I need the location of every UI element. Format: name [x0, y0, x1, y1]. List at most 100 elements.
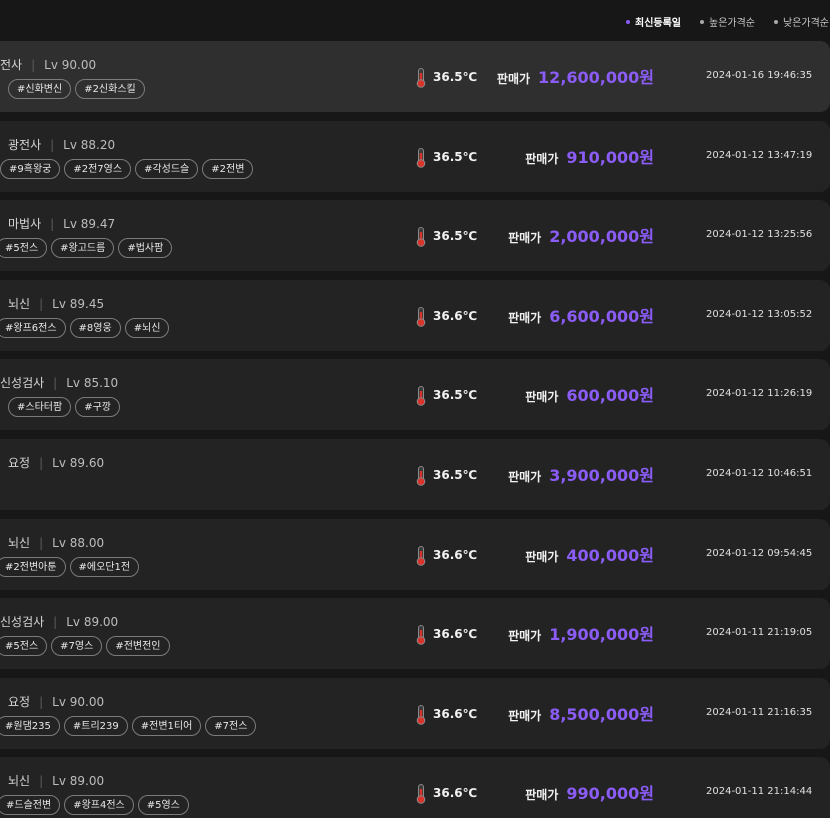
- listing-date: 2024-01-12 13:05:52: [706, 308, 813, 320]
- price-label: 판매가: [508, 310, 542, 325]
- job-name: 뇌신: [8, 535, 31, 550]
- temperature-value: 36.5℃: [433, 468, 478, 482]
- listing-info: 요정 | Lv 89.60: [8, 454, 328, 471]
- job-name: 마법사: [8, 217, 42, 232]
- price-value: 1,900,000원: [549, 625, 654, 645]
- temperature-value: 36.6℃: [433, 706, 478, 721]
- listing-date: 2024-01-11 21:19:05: [706, 627, 813, 639]
- price-label: 판매가: [525, 390, 559, 405]
- tag-list: #5전스 #7영스 #전변전인: [0, 634, 336, 657]
- thermometer-icon: [416, 625, 426, 645]
- listing-item[interactable]: 마법사 | Lv 89.47 #5전스 #왕고드름 #법사팜 36.5℃ 판매가 2,000,0…: [0, 200, 830, 272]
- sort-label: 높은가격순: [709, 18, 755, 29]
- job-name: 요정: [8, 456, 31, 470]
- tag-chip[interactable]: #각성드슬: [135, 158, 199, 179]
- tag-chip[interactable]: #8영웅: [69, 317, 121, 338]
- tag-chip[interactable]: #5전스: [0, 636, 48, 657]
- listing-info: 광전사 | Lv 88.20: [8, 136, 328, 153]
- tag-chip[interactable]: #스타터팜: [8, 397, 72, 418]
- level: Lv 90.00: [44, 58, 97, 72]
- tag-chip[interactable]: #2전변: [202, 158, 254, 179]
- tag-chip[interactable]: #2전변아툰: [0, 556, 66, 577]
- price-label: 판매가: [508, 708, 542, 723]
- separator: |: [50, 137, 55, 152]
- price-label: 판매가: [508, 470, 542, 484]
- listing-item[interactable]: 뇌신 | Lv 88.00 #2전변아툰 #에오단1전 36.6℃ 판매가 400,000원 2…: [0, 518, 830, 590]
- sort-label: 낮은가격순: [783, 18, 829, 29]
- sort-latest[interactable]: 최신등록일: [626, 14, 681, 29]
- temperature-value: 36.5℃: [433, 149, 478, 164]
- listing-item[interactable]: 뇌신 | Lv 89.00 #드슬전변 #왕프4전스 #5영스 36.6℃ 판매가 990,00…: [0, 757, 830, 818]
- separator: |: [50, 217, 55, 232]
- tag-chip[interactable]: #전변전인: [106, 636, 170, 657]
- listing-item[interactable]: 요정 | Lv 90.00 #원댐235 #트리239 #전변1티어 #7전스 36.6℃ 판매…: [0, 677, 830, 749]
- tag-list: #드슬전변 #왕프4전스 #5영스: [0, 793, 337, 816]
- tag-chip[interactable]: #구깡: [75, 397, 120, 418]
- price-label: 판매가: [496, 72, 531, 86]
- price-label: 판매가: [525, 788, 559, 803]
- tag-chip[interactable]: #5전스: [0, 238, 48, 259]
- price-label: 판매가: [508, 231, 542, 246]
- price: 판매가 1,900,000원: [508, 621, 654, 645]
- tag-list: #9흑왕궁 #2전7영스 #각성드슬 #2전변: [0, 157, 340, 179]
- job-name: 신성검사: [0, 615, 45, 630]
- price: 판매가 990,000원: [525, 780, 654, 804]
- tag-chip[interactable]: #왕고드름: [51, 238, 115, 259]
- temperature-value: 36.6℃: [433, 627, 478, 642]
- sort-bullet-icon: [774, 19, 778, 24]
- level: Lv 88.00: [52, 535, 105, 550]
- tag-chip[interactable]: #2신화스킬: [75, 79, 145, 99]
- thermometer-icon: [416, 704, 426, 725]
- listing-info: 뇌신 | Lv 89.45: [8, 295, 328, 312]
- price-value: 400,000원: [566, 545, 654, 565]
- tag-list: #왕프6전스 #8영웅 #뇌신: [0, 316, 336, 338]
- separator: |: [53, 376, 58, 391]
- sort-price-low[interactable]: 낮은가격순: [774, 14, 829, 29]
- tag-chip[interactable]: #원댐235: [0, 715, 60, 736]
- tag-chip[interactable]: #9흑왕궁: [0, 158, 61, 179]
- tag-chip[interactable]: #에오단1전: [69, 556, 140, 577]
- separator: |: [39, 456, 44, 470]
- listing-date: 2024-01-11 21:16:35: [706, 706, 813, 718]
- listing-item[interactable]: 요정 | Lv 89.60 36.5℃ 판매가 3,900,000원 2024-01-12 …: [0, 439, 830, 510]
- job-name: 뇌신: [8, 774, 31, 789]
- thermometer-icon: [416, 545, 426, 566]
- price: 판매가 12,600,000원: [497, 64, 654, 88]
- level: Lv 89.60: [52, 456, 105, 470]
- tag-chip[interactable]: #왕프4전스: [64, 795, 134, 816]
- tag-chip[interactable]: #5영스: [137, 795, 189, 816]
- price: 판매가 3,900,000원: [508, 462, 654, 486]
- tag-chip[interactable]: #7전스: [205, 715, 257, 736]
- listing-info: 요정 | Lv 90.00: [8, 693, 328, 710]
- listing-info: 전사 | Lv 90.00: [0, 56, 320, 73]
- tag-chip[interactable]: #법사팜: [118, 238, 173, 259]
- separator: |: [39, 535, 44, 550]
- listing-date: 2024-01-12 13:47:19: [706, 149, 813, 161]
- listing-info: 신성검사 | Lv 89.00: [0, 613, 320, 630]
- listing-info: 뇌신 | Lv 89.00: [8, 772, 328, 789]
- tag-chip[interactable]: #전변1티어: [131, 715, 202, 736]
- listing-item[interactable]: 전사 | Lv 90.00 #신화변신 #2신화스킬 36.5℃ 판매가 12,600,000…: [0, 41, 830, 112]
- tag-chip[interactable]: #7영스: [51, 636, 103, 657]
- tag-chip[interactable]: #신화변신: [8, 79, 72, 99]
- tag-chip[interactable]: #2전7영스: [64, 158, 132, 179]
- tag-list: #스타터팜 #구깡: [8, 395, 348, 418]
- price: 판매가 6,600,000원: [508, 303, 654, 327]
- listing-item[interactable]: 신성검사 | Lv 85.10 #스타터팜 #구깡 36.5℃ 판매가 600,000원 202…: [0, 359, 830, 431]
- temperature-value: 36.6℃: [433, 547, 478, 562]
- tag-chip[interactable]: #트리239: [63, 715, 128, 736]
- thermometer-icon: [416, 147, 426, 168]
- price: 판매가 600,000원: [525, 382, 654, 406]
- listing-item[interactable]: 뇌신 | Lv 89.45 #왕프6전스 #8영웅 #뇌신 36.6℃ 판매가 6,600,00…: [0, 279, 830, 351]
- thermometer-icon: [416, 466, 426, 486]
- listing-item[interactable]: 신성검사 | Lv 89.00 #5전스 #7영스 #전변전인 36.6℃ 판매가 1,900,…: [0, 598, 830, 670]
- tag-chip[interactable]: #뇌신: [124, 317, 170, 338]
- thermometer-icon: [416, 227, 426, 247]
- sort-price-high[interactable]: 높은가격순: [700, 14, 755, 29]
- tag-chip[interactable]: #왕프6전스: [0, 317, 66, 338]
- thermometer-icon: [416, 784, 426, 805]
- tag-chip[interactable]: #드슬전변: [0, 795, 61, 816]
- sort-bullet-icon: [626, 19, 630, 24]
- level: Lv 89.00: [66, 615, 119, 630]
- listing-item[interactable]: 광전사 | Lv 88.20 #9흑왕궁 #2전7영스 #각성드슬 #2전변 36.5℃ 판매가…: [0, 120, 830, 192]
